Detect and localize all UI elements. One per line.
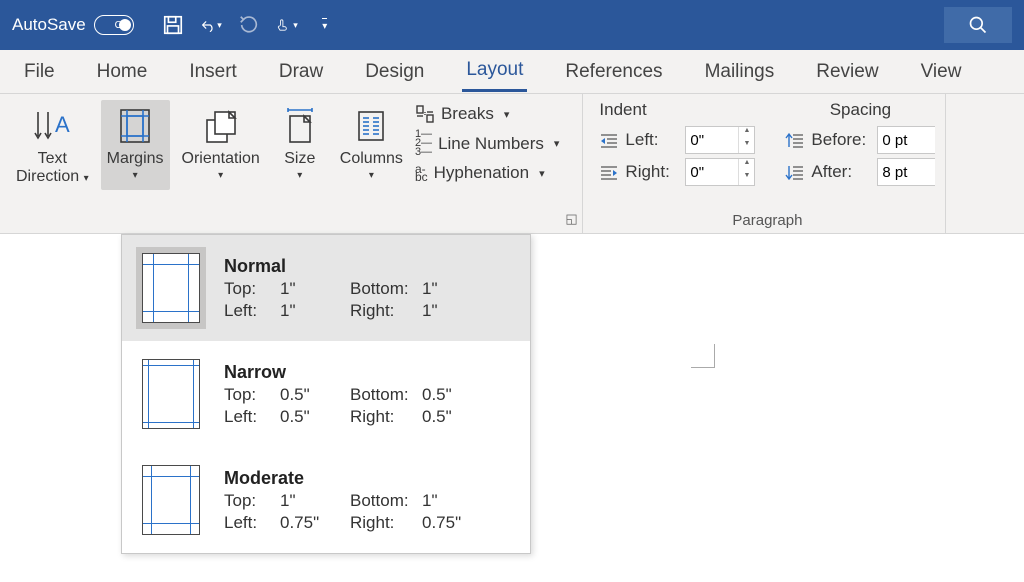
- breaks-icon: [415, 105, 435, 123]
- spacing-before-icon: [785, 132, 805, 148]
- touch-mode-icon[interactable]: ▾: [276, 14, 298, 36]
- margins-option-narrow[interactable]: Narrow Top:Left: 0.5"0.5" Bottom:Right: …: [122, 341, 530, 447]
- margins-option-title: Narrow: [224, 362, 516, 383]
- columns-label: Columns: [340, 150, 403, 168]
- breaks-button[interactable]: Breaks ▾: [415, 104, 559, 124]
- tab-file[interactable]: File: [20, 53, 59, 91]
- tab-review[interactable]: Review: [812, 53, 882, 91]
- margins-option-normal[interactable]: Normal Top:Left: 1"1" Bottom:Right: 1"1": [122, 235, 530, 341]
- chevron-down-icon: ▾: [297, 170, 302, 181]
- indent-left-icon: [599, 132, 619, 148]
- hyphenation-label: Hyphenation: [434, 163, 529, 183]
- text-direction-button[interactable]: A Text Direction ▾: [10, 100, 95, 190]
- line-numbers-button[interactable]: 1—2—3— Line Numbers ▾: [415, 130, 559, 157]
- spacing-after-icon: [785, 164, 805, 180]
- orientation-button[interactable]: Orientation ▾: [176, 100, 266, 190]
- spin-down-icon[interactable]: ▼: [738, 140, 754, 153]
- margins-icon: [113, 104, 157, 148]
- chevron-down-icon: ▾: [504, 108, 510, 121]
- tab-layout[interactable]: Layout: [462, 51, 527, 92]
- autosave-label: AutoSave: [12, 15, 86, 35]
- spin-down-icon[interactable]: ▼: [738, 172, 754, 185]
- margins-option-moderate[interactable]: Moderate Top:Left: 1"0.75" Bottom:Right:…: [122, 447, 530, 553]
- tab-insert[interactable]: Insert: [185, 53, 241, 91]
- columns-button[interactable]: Columns ▾: [334, 100, 409, 190]
- chevron-down-icon: ▾: [218, 170, 223, 181]
- orientation-label: Orientation: [182, 150, 260, 168]
- tab-home[interactable]: Home: [93, 53, 152, 91]
- search-button[interactable]: [944, 7, 1012, 43]
- redo-icon[interactable]: [238, 14, 260, 36]
- size-label: Size: [284, 150, 315, 168]
- indent-header: Indent: [599, 100, 755, 120]
- margins-option-title: Normal: [224, 256, 516, 277]
- hyphenation-icon: a-bc: [415, 165, 428, 181]
- margins-normal-icon: [142, 253, 200, 323]
- chevron-down-icon: ▾: [84, 173, 89, 184]
- chevron-down-icon: ▾: [554, 137, 560, 150]
- indent-left-input[interactable]: ▲▼: [685, 126, 755, 154]
- page-setup-launcher[interactable]: ◱: [565, 211, 577, 227]
- spin-up-icon[interactable]: ▲: [738, 127, 754, 140]
- indent-right-label: Right:: [625, 162, 679, 182]
- hyphenation-button[interactable]: a-bc Hyphenation ▾: [415, 163, 559, 183]
- title-bar: AutoSave Off ▾ ▾ ▾: [0, 0, 1024, 50]
- chevron-down-icon: ▾: [369, 170, 374, 181]
- svg-text:A: A: [55, 112, 70, 137]
- margins-moderate-icon: [142, 465, 200, 535]
- chevron-down-icon: ▾: [133, 170, 138, 181]
- margins-dropdown-menu: Normal Top:Left: 1"1" Bottom:Right: 1"1"…: [121, 234, 531, 554]
- columns-icon: [349, 104, 393, 148]
- paragraph-group-title: Paragraph: [599, 212, 935, 229]
- spin-up-icon[interactable]: ▲: [738, 159, 754, 172]
- margins-button[interactable]: Margins ▾: [101, 100, 170, 190]
- tab-design[interactable]: Design: [361, 53, 428, 91]
- line-numbers-label: Line Numbers: [438, 134, 544, 154]
- size-button[interactable]: Size ▾: [272, 100, 328, 190]
- chevron-down-icon: ▾: [539, 167, 545, 180]
- text-direction-icon: A: [30, 104, 74, 148]
- ribbon-tabs: File Home Insert Draw Design Layout Refe…: [0, 50, 1024, 94]
- indent-left-label: Left:: [625, 130, 679, 150]
- ribbon: A Text Direction ▾ Margins ▾: [0, 94, 1024, 234]
- tab-references[interactable]: References: [561, 53, 666, 91]
- tab-mailings[interactable]: Mailings: [701, 53, 779, 91]
- orientation-icon: [199, 104, 243, 148]
- indent-right-icon: [599, 164, 619, 180]
- autosave-toggle[interactable]: AutoSave Off: [12, 15, 134, 35]
- text-direction-label2: Direction: [16, 168, 79, 185]
- margins-narrow-icon: [142, 359, 200, 429]
- undo-icon[interactable]: ▾: [200, 14, 222, 36]
- spacing-before-input[interactable]: [877, 126, 935, 154]
- margins-label: Margins: [107, 150, 164, 168]
- indent-right-input[interactable]: ▲▼: [685, 158, 755, 186]
- document-canvas[interactable]: [531, 234, 1024, 582]
- line-numbers-icon: 1—2—3—: [415, 130, 432, 157]
- tab-draw[interactable]: Draw: [275, 53, 327, 91]
- customize-qat-icon[interactable]: ▾: [314, 14, 336, 36]
- size-icon: [278, 104, 322, 148]
- margins-option-title: Moderate: [224, 468, 516, 489]
- toggle-switch[interactable]: Off: [94, 15, 134, 35]
- spacing-after-input[interactable]: [877, 158, 935, 186]
- page-corner-mark: [691, 344, 715, 368]
- breaks-label: Breaks: [441, 104, 494, 124]
- tab-view[interactable]: View: [917, 53, 966, 91]
- spacing-before-label: Before:: [811, 130, 871, 150]
- spacing-header: Spacing: [785, 100, 935, 120]
- spacing-after-label: After:: [811, 162, 871, 182]
- save-icon[interactable]: [162, 14, 184, 36]
- text-direction-label1: Text: [38, 150, 67, 168]
